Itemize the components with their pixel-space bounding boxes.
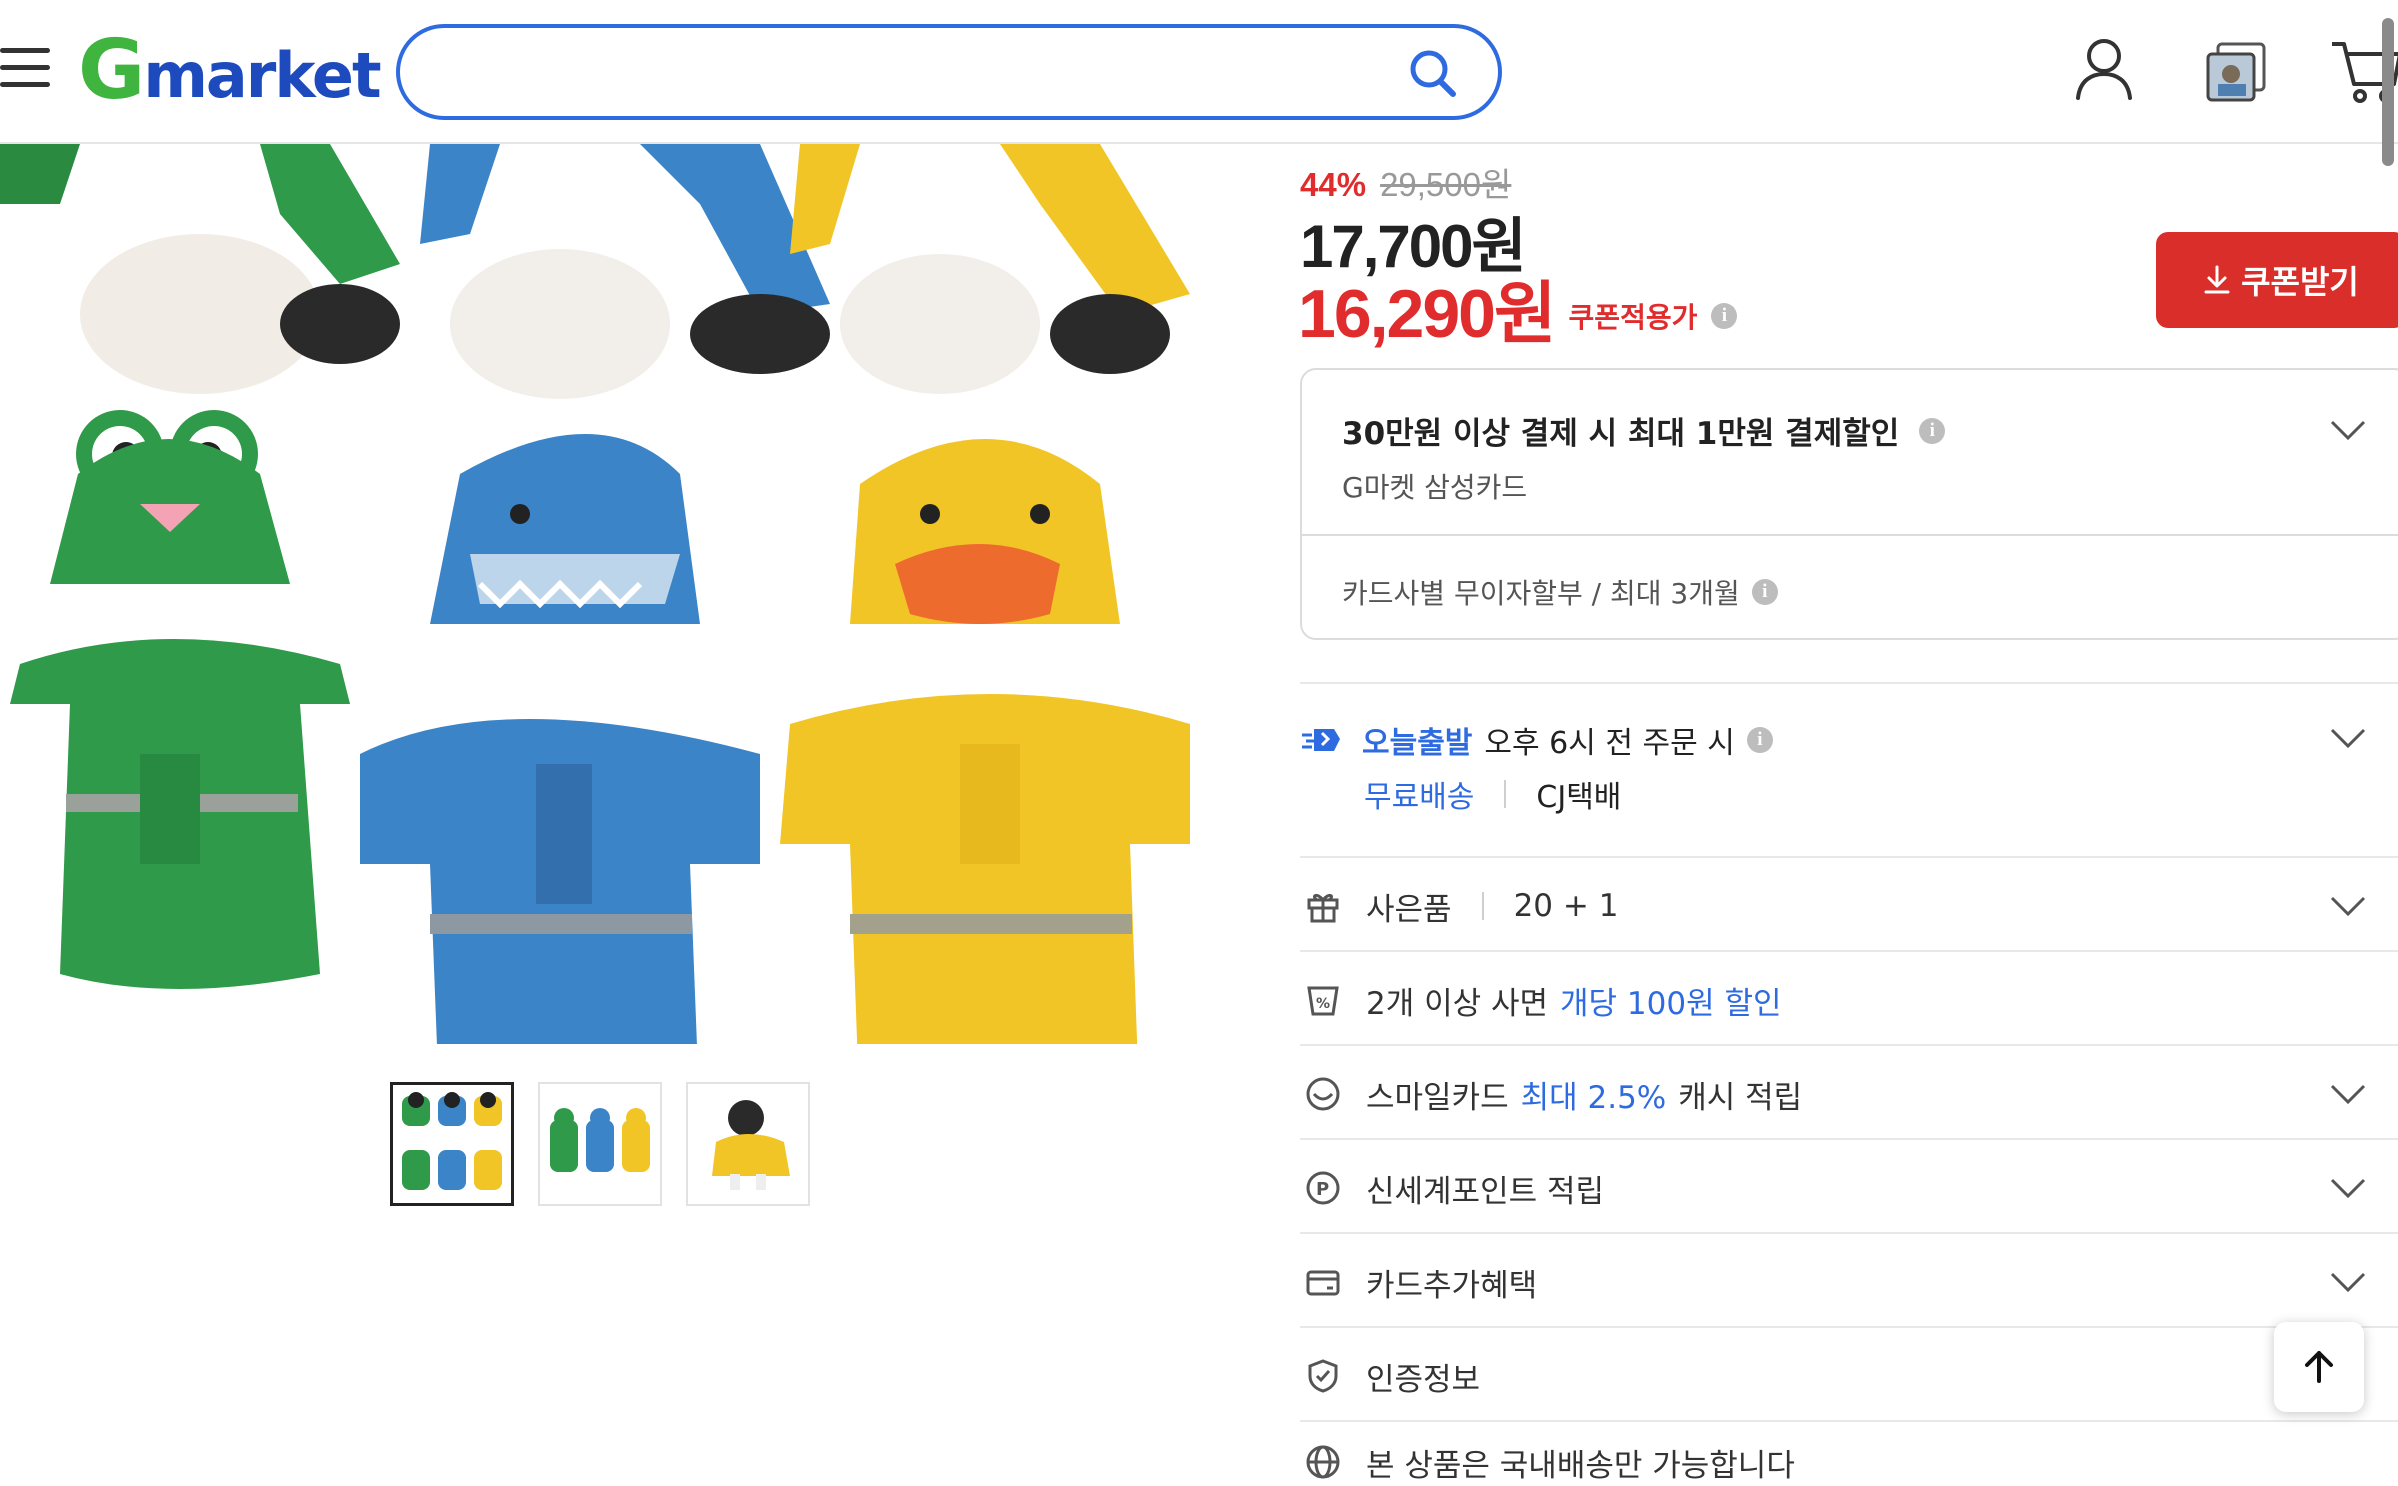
top-header: Gmarket: [0, 0, 2398, 144]
card-promo-title: 30만원 이상 결제 시 최대 1만원 결제할인: [1342, 416, 1900, 452]
gift-label: 사은품: [1366, 891, 1452, 928]
smile-card-prefix: 스마일카드: [1366, 1079, 1509, 1116]
raincoat-product-illustration: [0, 144, 1200, 1044]
smile-card-icon: [1300, 1071, 1346, 1117]
chevron-down-icon[interactable]: [2328, 894, 2368, 918]
menu-icon[interactable]: [0, 46, 52, 90]
smile-card-row[interactable]: 스마일카드 최대 2.5% 캐시 적립: [1300, 1048, 2398, 1140]
chevron-down-icon[interactable]: [2328, 1176, 2368, 1200]
thumbnail-3[interactable]: [686, 1082, 810, 1206]
svg-text:P: P: [1316, 1179, 1329, 1200]
arrow-up-icon: [2305, 1351, 2333, 1383]
scroll-to-top-button[interactable]: [2274, 1322, 2364, 1412]
coupon-price: 16,290원: [1298, 276, 1557, 352]
divider: [1300, 1232, 2398, 1234]
shipping-row: 오늘출발 오후 6시 전 주문 시 i: [1300, 718, 1773, 762]
coupon-price-label: 쿠폰적용가: [1568, 300, 1698, 334]
certification-label: 인증정보: [1366, 1361, 1481, 1398]
search-icon[interactable]: [1408, 48, 1458, 100]
card-discount-box[interactable]: 30만원 이상 결제 시 최대 1만원 결제할인 i G마켓 삼성카드 카드사별…: [1300, 368, 2398, 640]
order-cutoff: 오후 6시 전 주문 시: [1484, 726, 1735, 761]
coupon-price-row: 16,290원 쿠폰적용가 i: [1298, 258, 1738, 357]
search-bar: [396, 24, 1502, 120]
installment-row: 카드사별 무이자할부 / 최대 3개월 i: [1342, 572, 1778, 612]
discount-tag-icon: %: [1300, 977, 1346, 1023]
gmarket-logo[interactable]: Gmarket: [78, 23, 382, 118]
divider: [1300, 682, 2398, 684]
scrollbar-thumb[interactable]: [2382, 18, 2394, 166]
installment-text: 카드사별 무이자할부 / 최대 3개월: [1342, 577, 1740, 610]
divider: [1504, 780, 1507, 808]
user-icon[interactable]: [2072, 36, 2136, 106]
thumbnail-2-image: [542, 1086, 658, 1202]
chevron-down-icon[interactable]: [2328, 726, 2368, 750]
get-coupon-button[interactable]: 쿠폰받기: [2156, 232, 2398, 328]
certification-row[interactable]: 인증정보: [1300, 1330, 2398, 1422]
point-icon: P: [1300, 1165, 1346, 1211]
smile-card-text: 스마일카드 최대 2.5% 캐시 적립: [1366, 1072, 1802, 1117]
svg-text:%: %: [1316, 996, 1330, 1012]
shipping-carrier: CJ택배: [1536, 780, 1622, 815]
divider: [1300, 1420, 2398, 1422]
domestic-only-label: 본 상품은 국내배송만 가능합니다: [1366, 1447, 1795, 1484]
divider: [1300, 1044, 2398, 1046]
divider: [1481, 892, 1484, 920]
today-dispatch-badge: 오늘출발: [1362, 726, 1473, 761]
recent-items-icon[interactable]: [2204, 40, 2268, 108]
multi-buy-text: 2개 이상 사면 개당 100원 할인: [1366, 978, 1782, 1023]
card-promo-title-row: 30만원 이상 결제 시 최대 1만원 결제할인 i: [1342, 408, 1946, 453]
multi-buy-discount-row: % 2개 이상 사면 개당 100원 할인: [1300, 954, 2398, 1046]
chevron-down-icon[interactable]: [2328, 418, 2368, 442]
smile-card-suffix: 캐시 적립: [1678, 1079, 1803, 1116]
divider: [1300, 1138, 2398, 1140]
card-name: G마켓 삼성카드: [1342, 471, 1528, 504]
search-input[interactable]: [436, 46, 1396, 98]
card-extra-benefit-row[interactable]: 카드추가혜택: [1300, 1236, 2398, 1328]
point-row[interactable]: P 신세계포인트 적립: [1300, 1142, 2398, 1234]
gift-value: 20 + 1: [1513, 888, 1619, 924]
divider: [1300, 950, 2398, 952]
chevron-down-icon[interactable]: [2328, 1270, 2368, 1294]
shield-check-icon: [1300, 1353, 1346, 1399]
card-extra-label: 카드추가혜택: [1366, 1267, 1538, 1304]
divider: [1302, 534, 2398, 536]
free-shipping: 무료배송: [1364, 780, 1475, 815]
gift-icon: [1300, 883, 1346, 929]
thumbnail-1-image: [394, 1086, 510, 1202]
thumbnail-2[interactable]: [538, 1082, 662, 1206]
get-coupon-label: 쿠폰받기: [2241, 263, 2359, 301]
thumbnail-3-image: [690, 1086, 806, 1202]
gift-label-row: 사은품 20 + 1: [1366, 884, 1618, 929]
info-icon[interactable]: i: [1751, 579, 1778, 605]
divider: [1300, 856, 2398, 858]
info-icon[interactable]: i: [1746, 727, 1773, 753]
multi-buy-prefix: 2개 이상 사면: [1366, 985, 1549, 1022]
info-icon[interactable]: i: [1919, 417, 1946, 444]
product-main-image[interactable]: [0, 144, 1200, 1044]
smile-card-highlight: 최대 2.5%: [1520, 1079, 1667, 1116]
truck-icon: [1302, 729, 1340, 751]
download-icon: [2204, 265, 2230, 294]
chevron-down-icon[interactable]: [2328, 1082, 2368, 1106]
credit-card-icon: [1300, 1259, 1346, 1305]
thumbnail-1[interactable]: [390, 1082, 514, 1206]
shipping-section[interactable]: 오늘출발 오후 6시 전 주문 시 i 무료배송 CJ택배: [1300, 712, 2398, 852]
gift-row[interactable]: 사은품 20 + 1: [1300, 860, 2398, 952]
shipping-detail-row: 무료배송 CJ택배: [1364, 772, 1621, 816]
globe-icon: [1300, 1439, 1346, 1485]
point-label: 신세계포인트 적립: [1366, 1173, 1605, 1210]
logo-g-letter: G: [78, 23, 145, 118]
info-icon[interactable]: i: [1711, 302, 1738, 329]
domestic-shipping-row: 본 상품은 국내배송만 가능합니다: [1300, 1424, 2398, 1486]
thumbnail-strip: [390, 1082, 810, 1206]
logo-wordmark: market: [143, 39, 381, 112]
divider: [1300, 1326, 2398, 1328]
multi-buy-highlight: 개당 100원 할인: [1560, 985, 1782, 1022]
